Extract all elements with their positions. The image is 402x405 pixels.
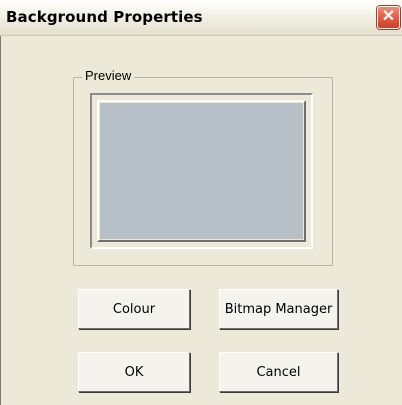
window-border <box>0 36 4 405</box>
colour-button[interactable]: Colour <box>78 289 190 329</box>
background-preview-swatch <box>100 103 303 239</box>
background-properties-dialog: Background Properties ✕ Preview Colour B… <box>0 0 402 405</box>
preview-frame <box>90 93 313 249</box>
preview-group-label: Preview <box>82 68 135 83</box>
dialog-title: Background Properties <box>6 8 203 26</box>
close-icon[interactable]: ✕ <box>377 6 400 29</box>
bitmap-manager-button[interactable]: Bitmap Manager <box>219 289 338 329</box>
title-bar[interactable]: Background Properties ✕ <box>0 0 402 36</box>
preview-bevel <box>97 100 306 242</box>
cancel-button[interactable]: Cancel <box>219 352 338 392</box>
ok-button[interactable]: OK <box>78 352 190 392</box>
